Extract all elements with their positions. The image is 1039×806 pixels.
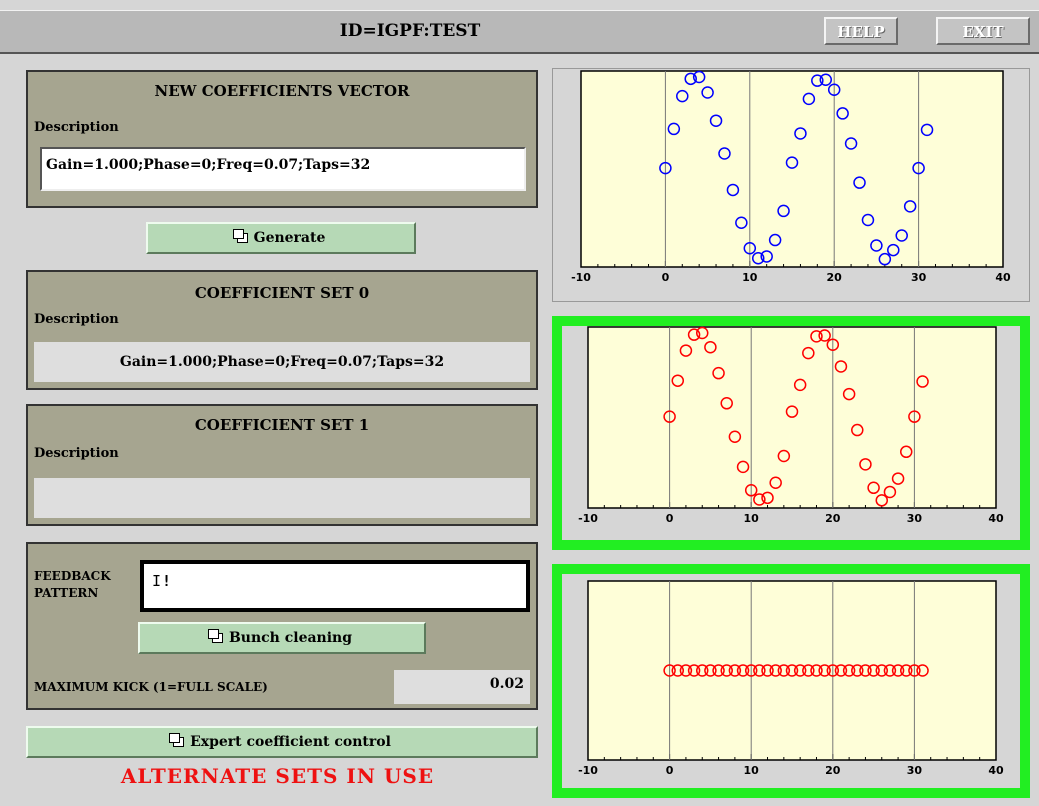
coefficients-plot-0: -10 0 10 20 30 40	[553, 69, 1029, 301]
title-bar: ID=IGPF:TEST HELP EXIT	[0, 10, 1039, 54]
description-label: Description	[34, 446, 119, 461]
window-icon	[169, 733, 185, 747]
plot-area	[580, 70, 1004, 268]
feedback-label-line2: PATTERN	[34, 586, 99, 600]
text-cursor-icon: I	[152, 572, 162, 590]
x-tick-label: 40	[995, 271, 1011, 284]
window-icon	[207, 629, 223, 643]
description-label: Description	[34, 312, 119, 327]
x-tick-label: 30	[907, 764, 923, 777]
coefficient-set-0-panel: COEFFICIENT SET 0 Description Gain=1.000…	[26, 270, 538, 390]
description-label: Description	[34, 120, 119, 135]
max-kick-label: MAXIMUM KICK (1=FULL SCALE)	[34, 680, 268, 694]
generate-label: Generate	[253, 230, 326, 246]
x-tick-label: -10	[571, 271, 591, 284]
bunch-cleaning-label: Bunch cleaning	[228, 630, 353, 646]
x-tick-label: 20	[827, 271, 843, 284]
window-icon	[232, 229, 248, 243]
x-tick-label: 0	[666, 764, 674, 777]
help-button[interactable]: HELP	[824, 17, 898, 45]
feedback-pattern-plot: -10 0 10 20 30 40	[562, 574, 1020, 788]
new-coefficients-panel: NEW COEFFICIENTS VECTOR Description Gain…	[26, 70, 538, 208]
feedback-pattern-value: !	[162, 572, 172, 590]
status-message: ALTERNATE SETS IN USE	[120, 764, 435, 788]
plot-frame-0: -10 0 10 20 30 40	[552, 68, 1030, 302]
expert-coefficient-control-button[interactable]: Expert coefficient control	[26, 726, 538, 758]
plot-frame-2[interactable]: -10 0 10 20 30 40	[552, 564, 1030, 798]
x-tick-label: -10	[578, 512, 598, 525]
coefficient-set-0-heading: COEFFICIENT SET 0	[194, 284, 370, 302]
x-tick-label: 30	[911, 271, 927, 284]
exit-button[interactable]: EXIT	[936, 17, 1030, 45]
generate-button[interactable]: Generate	[146, 222, 416, 254]
coefficients-plot-1: -10 0 10 20 30 40	[562, 326, 1020, 540]
x-tick-label: 0	[662, 271, 670, 284]
x-tick-label: 10	[744, 764, 760, 777]
plot-frame-1[interactable]: -10 0 10 20 30 40	[552, 316, 1030, 550]
plot-area	[587, 580, 997, 761]
window-title: ID=IGPF:TEST	[339, 21, 481, 41]
coefficient-set-0-description: Gain=1.000;Phase=0;Freq=0.07;Taps=32	[34, 342, 530, 382]
feedback-pattern-input[interactable]: I!	[140, 560, 530, 612]
expert-coefficient-control-label: Expert coefficient control	[190, 734, 391, 750]
x-tick-label: 10	[742, 271, 758, 284]
x-tick-label: -10	[578, 764, 598, 777]
coefficient-set-1-description	[34, 478, 530, 518]
bunch-cleaning-button[interactable]: Bunch cleaning	[138, 622, 426, 654]
x-tick-label: 20	[825, 764, 841, 777]
coefficient-set-1-panel: COEFFICIENT SET 1 Description	[26, 404, 538, 526]
x-tick-label: 40	[988, 512, 1004, 525]
new-coefficients-heading: NEW COEFFICIENTS VECTOR	[154, 82, 410, 100]
feedback-label-line1: FEEDBACK	[34, 569, 111, 583]
x-tick-label: 0	[666, 512, 674, 525]
feedback-pattern-label: FEEDBACK PATTERN	[34, 568, 111, 602]
x-tick-label: 20	[825, 512, 841, 525]
max-kick-value: 0.02	[394, 670, 530, 704]
x-tick-label: 10	[744, 512, 760, 525]
x-tick-label: 40	[988, 764, 1004, 777]
x-tick-label: 30	[907, 512, 923, 525]
feedback-panel: FEEDBACK PATTERN I! Bunch cleaning MAXIM…	[26, 542, 538, 710]
description-input[interactable]: Gain=1.000;Phase=0;Freq=0.07;Taps=32	[40, 147, 526, 191]
coefficient-set-1-heading: COEFFICIENT SET 1	[194, 416, 370, 434]
